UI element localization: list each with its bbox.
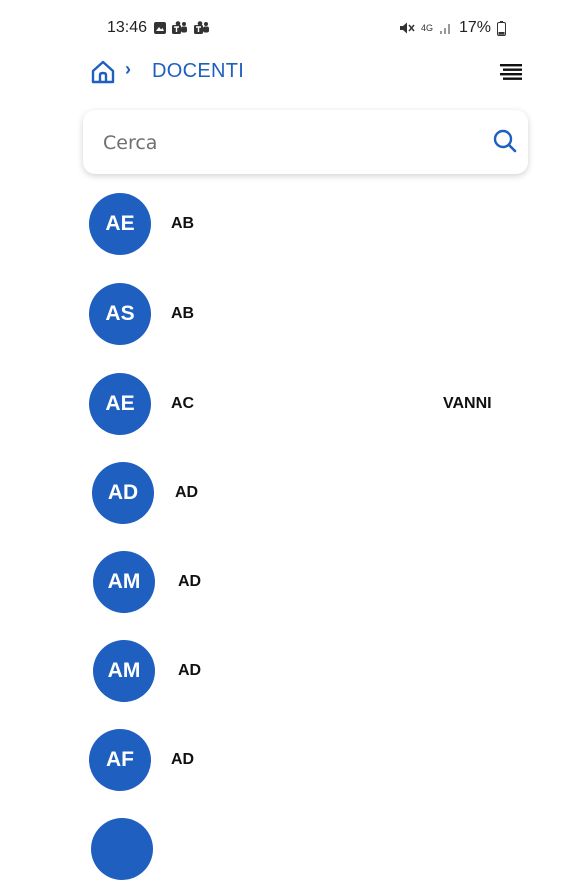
teams-icon	[194, 21, 209, 34]
app-header: › DOCENTI	[0, 50, 573, 94]
signal-icon	[439, 24, 450, 34]
list-item[interactable]: AE AB	[0, 193, 573, 263]
avatar: AS	[89, 283, 151, 345]
status-notification-icons	[153, 21, 211, 35]
list-item[interactable]: AM AD	[0, 551, 573, 621]
menu-icon[interactable]	[500, 64, 522, 80]
avatar: AF	[89, 729, 151, 791]
teacher-name: AD	[178, 573, 202, 590]
list-item[interactable]: AS AB	[0, 283, 573, 353]
teacher-name: AB	[171, 215, 195, 232]
teacher-name: AD	[178, 662, 202, 679]
status-system-icons: 4G 17%	[399, 19, 506, 37]
avatar: AD	[92, 462, 154, 524]
teacher-name: AD	[171, 751, 195, 768]
avatar: AM	[93, 640, 155, 702]
teacher-name: AB	[171, 305, 195, 322]
gallery-icon	[154, 22, 166, 34]
page-title: DOCENTI	[152, 60, 245, 82]
home-icon[interactable]	[90, 59, 116, 85]
search-input[interactable]	[101, 124, 465, 162]
search-bar[interactable]	[83, 110, 528, 174]
teacher-name-suffix: VANNI	[443, 395, 492, 412]
teacher-name: AD	[175, 484, 199, 501]
list-item[interactable]	[0, 818, 573, 888]
mute-icon	[399, 22, 415, 34]
list-item[interactable]: AF AD	[0, 729, 573, 799]
teams-icon	[172, 21, 187, 34]
battery-percentage: 17%	[458, 19, 491, 36]
search-icon[interactable]	[492, 128, 518, 154]
status-time: 13:46	[107, 19, 148, 36]
4g-icon: 4G	[420, 22, 433, 33]
avatar: AM	[93, 551, 155, 613]
list-item[interactable]: AD AD	[0, 462, 573, 532]
avatar: AE	[89, 373, 151, 435]
breadcrumb-separator: ›	[125, 59, 131, 79]
avatar: AE	[89, 193, 151, 255]
teacher-name: AC	[171, 395, 195, 412]
list-item[interactable]: AE AC VANNI	[0, 373, 573, 443]
battery-icon	[497, 20, 506, 36]
avatar	[91, 818, 153, 880]
list-item[interactable]: AM AD	[0, 640, 573, 710]
